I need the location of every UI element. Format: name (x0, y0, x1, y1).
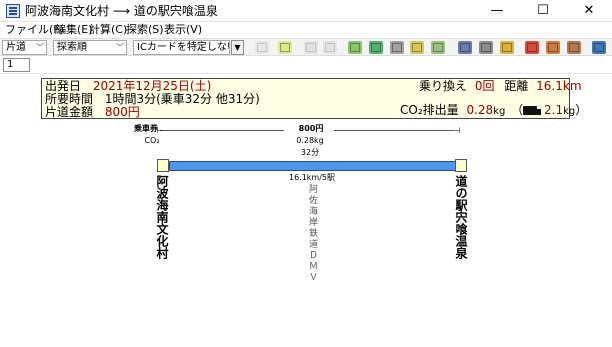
fare-label: 片道金額 (45, 105, 94, 119)
edit-disabled-icon (304, 41, 318, 54)
destination-station-name[interactable]: 道の駅宍喰温泉 (453, 175, 470, 259)
forward-icon[interactable] (525, 41, 539, 54)
transfers-distance: 乗り換え 0回 距離 16.1km (419, 80, 582, 93)
chevron-down-icon: ﹀ (36, 43, 44, 52)
fare-line-right (334, 130, 454, 131)
route-diagram: 乗車券 ⊢ 800円 ⊣ CO₂ 0.28kg 32分 16.1km/5駅 阿波… (0, 120, 612, 347)
co2-label: CO₂排出量 (400, 103, 459, 117)
ic-card-select[interactable]: ICカードを特定しない (133, 40, 230, 55)
trip-type-select[interactable]: 片道 ﹀ (2, 40, 47, 55)
distance-label: 距離 (504, 79, 529, 93)
co2-paren-open: （ (511, 103, 524, 117)
page-number-field[interactable]: 1 (3, 58, 30, 72)
print-icon[interactable] (458, 41, 472, 54)
toolbar: 片道 ﹀ 探索順 ﹀ ICカードを特定しない ▼ (0, 38, 612, 56)
origin-station-marker[interactable] (157, 159, 169, 172)
close-button[interactable]: ✕ (566, 0, 612, 22)
route-fare: 800円 (298, 124, 324, 133)
co2-row: CO₂排出量 0.28kg （ 2.1kg） (400, 104, 587, 118)
fare-row: 片道金額 800円 (45, 106, 140, 119)
fare-line-right-end: ⊣ (453, 126, 461, 135)
route-bar[interactable] (169, 161, 456, 171)
sort-order-value: 探索順 (57, 42, 87, 53)
table-icon (255, 41, 269, 54)
chevron-down-icon: ﹀ (116, 43, 124, 52)
bus-icon[interactable] (479, 41, 493, 54)
window-title: 阿波海南文化村 ⟶ 道の駅宍喰温泉 (25, 4, 218, 18)
transfers-label: 乗り換え (419, 79, 468, 93)
co2-unit: kg (493, 106, 506, 117)
settings-icon[interactable] (431, 41, 445, 54)
map-icon[interactable] (278, 41, 292, 54)
page-bar: 1 (0, 57, 612, 74)
truck-icon (523, 106, 542, 115)
trip-type-value: 片道 (6, 42, 26, 53)
distance-stations: 16.1km/5駅 (288, 173, 336, 182)
sort-order-select[interactable]: 探索順 ﹀ (53, 40, 127, 55)
ic-card-value: ICカードを特定しない (137, 42, 230, 53)
origin-station-name[interactable]: 阿波海南文化村 (154, 175, 171, 259)
co2-paren-close: ） (575, 103, 588, 117)
co2-small-value: 0.28kg (296, 136, 324, 145)
truck-co2-value: 2.1 (544, 103, 564, 117)
menu-edit[interactable]: 編集(E) (55, 23, 93, 37)
departure-label: 出発日 (45, 79, 82, 93)
ride-time: 32分 (300, 148, 320, 157)
co2-value: 0.28 (466, 103, 494, 117)
menu-bar: ファイル(F) 編集(E) 計算(C) 探索(S) 表示(V) (0, 22, 612, 38)
title-bar: 阿波海南文化村 ⟶ 道の駅宍喰温泉 — ☐ ✕ (0, 0, 612, 22)
ex-disabled-icon (323, 41, 337, 54)
destination-station-marker[interactable] (455, 159, 467, 172)
timetable-icon[interactable] (369, 41, 383, 54)
back-icon[interactable] (500, 41, 514, 54)
maximize-button[interactable]: ☐ (520, 0, 566, 22)
app-icon (6, 4, 20, 18)
help-icon[interactable] (567, 41, 581, 54)
duration-value: 1時間3分(乗車32分 他31分) (104, 92, 260, 106)
edit-icon[interactable] (592, 41, 606, 54)
line-name[interactable]: 阿佐海岸鉄道ＤＭＶ (306, 184, 319, 283)
transfers-value: 0回 (474, 79, 495, 93)
fare-value: 800円 (104, 105, 140, 119)
distance-value: 16.1km (536, 79, 582, 93)
ic-card-dropdown-button[interactable]: ▼ (231, 40, 244, 55)
departure-value: 2021年12月25日(土) (92, 79, 212, 93)
stop-icon[interactable] (546, 41, 560, 54)
duration-label: 所要時間 (45, 92, 94, 106)
co2-small-label: CO₂ (144, 136, 160, 145)
route-summary: 出発日 2021年12月25日(土) 所要時間 1時間3分(乗車32分 他31分… (41, 78, 587, 119)
zoom-icon[interactable] (410, 41, 424, 54)
fare-line-left-end: ⊢ (156, 126, 164, 135)
menu-search[interactable]: 探索(S) (126, 23, 164, 37)
menu-calc[interactable]: 計算(C) (89, 23, 127, 37)
menu-view[interactable]: 表示(V) (164, 23, 202, 37)
route-icon[interactable] (348, 41, 362, 54)
minimize-button[interactable]: — (474, 0, 520, 22)
fare-line-left (160, 130, 284, 131)
pass-icon[interactable] (390, 41, 404, 54)
truck-co2-unit: kg (563, 106, 576, 117)
